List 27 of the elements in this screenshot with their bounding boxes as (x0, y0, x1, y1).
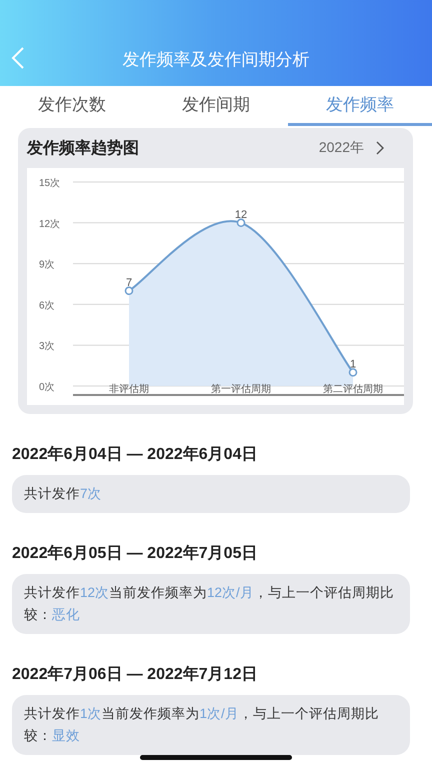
axis-label: 9次 (39, 260, 55, 271)
tab[interactable]: 发作间期 (144, 86, 288, 126)
summary-text: 共计发作1次当前发作频率为1次/月，与上一个评估周期比较：显效 (12, 695, 410, 755)
axis-label: 12次 (39, 218, 60, 230)
chart-title: 发作频率趋势图 (27, 138, 140, 158)
data-point (124, 286, 134, 296)
axis-label: 非评估期 (109, 384, 149, 395)
data-label: 7 (126, 276, 132, 289)
axis-label: 6次 (39, 300, 55, 312)
date-range: 2022年6月04日 — 2022年6月04日 (12, 444, 258, 465)
axis-label: 3次 (39, 341, 55, 352)
data-point (236, 218, 246, 228)
date-range: 2022年7月06日 — 2022年7月12日 (12, 664, 258, 685)
axis-label: 15次 (39, 178, 60, 189)
summary-text: 共计发作12次当前发作频率为12次/月，与上一个评估周期比较：恶化 (12, 574, 410, 634)
date-range: 2022年6月05日 — 2022年7月05日 (12, 544, 258, 564)
axis-label: 第一评估周期 (211, 384, 271, 395)
page-title: 发作频率及发作间期分析 (122, 49, 310, 71)
data-label: 1 (350, 358, 356, 370)
axis-label: 第二评估周期 (323, 384, 383, 395)
year-selector[interactable]: 2022年 (318, 139, 364, 157)
chevron-icon[interactable] (376, 141, 384, 155)
tab[interactable]: 发作次数 (0, 86, 144, 126)
data-label: 12 (234, 208, 248, 221)
axis-label: 0次 (39, 382, 55, 393)
summary-text: 共计发作7次 (12, 475, 410, 513)
data-point (348, 368, 358, 377)
